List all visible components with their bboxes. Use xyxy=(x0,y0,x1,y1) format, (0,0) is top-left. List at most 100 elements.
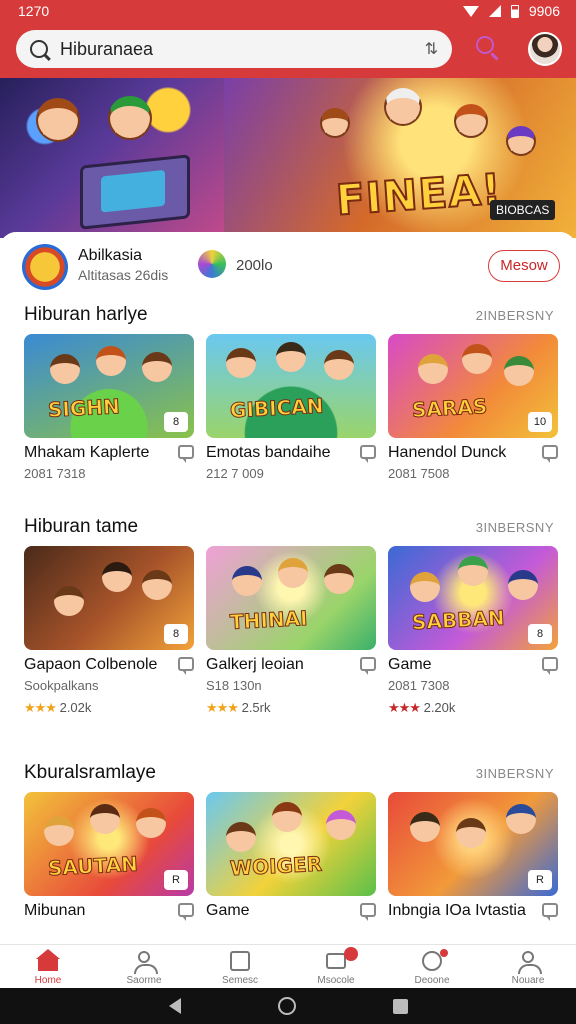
comment-icon[interactable] xyxy=(360,903,376,921)
thumbnail-logo-text: SIGHN xyxy=(47,394,121,423)
search-bar[interactable]: ⇅ xyxy=(16,30,452,68)
game-thumbnail[interactable]: R xyxy=(388,792,558,896)
cartoon-character xyxy=(384,88,422,126)
search-button[interactable] xyxy=(476,36,502,62)
game-thumbnail[interactable]: WOIGER xyxy=(206,792,376,896)
search-input[interactable] xyxy=(60,38,417,60)
character-art xyxy=(410,572,440,602)
section-see-all[interactable]: 2INBERSNY xyxy=(476,308,554,323)
nav-deoone[interactable]: Deoone xyxy=(384,945,480,988)
game-thumbnail[interactable]: SARAS 10 xyxy=(388,334,558,438)
battery-icon xyxy=(510,4,519,18)
thumbnail-logo-text: THINAI xyxy=(229,605,309,635)
home-icon xyxy=(36,949,60,971)
card-title: Emotas bandaihe xyxy=(206,444,331,461)
character-art xyxy=(324,350,354,380)
character-art xyxy=(506,804,536,834)
card-title: Inbngia IOa Ivtastia xyxy=(388,902,526,919)
card-title: Mibunan xyxy=(24,902,86,919)
section-see-all[interactable]: 3INBERSNY xyxy=(476,520,554,535)
sort-icon[interactable]: ⇅ xyxy=(425,39,438,59)
status-time: 1270 xyxy=(18,3,50,19)
card-rating: ★★★ 2.20k xyxy=(388,700,456,715)
tv-illustration xyxy=(80,154,190,230)
recent-apps-icon[interactable] xyxy=(392,998,408,1014)
card-title: Hanendol Dunck xyxy=(388,444,507,461)
screen-icon xyxy=(230,951,250,971)
section-title: Kburalsramlaye xyxy=(24,762,156,783)
magnifier-icon xyxy=(476,36,494,54)
featured-app-row[interactable]: Abilkasia Altitasas 26dis 200lo Mesow xyxy=(22,244,562,290)
app-header: ⇅ xyxy=(0,22,576,78)
game-thumbnail[interactable]: SABBAN 8 xyxy=(388,546,558,650)
rating-stars: ★★★ xyxy=(206,700,239,715)
game-thumbnail[interactable]: THINAI xyxy=(206,546,376,650)
avatar[interactable] xyxy=(528,32,562,66)
character-art xyxy=(90,804,120,834)
nav-label: Nouare xyxy=(511,975,545,986)
character-art xyxy=(142,352,172,382)
status-bar: 1270 9906 xyxy=(0,0,576,22)
cartoon-character xyxy=(320,108,350,138)
comment-icon[interactable] xyxy=(360,657,376,675)
comment-icon[interactable] xyxy=(542,657,558,675)
character-art xyxy=(232,566,262,596)
promo-banner[interactable]: FINEA! BIOBCAS xyxy=(0,78,576,238)
section-see-all[interactable]: 3INBERSNY xyxy=(476,766,554,781)
character-art xyxy=(324,564,354,594)
nav-semesc[interactable]: Semesc xyxy=(192,945,288,988)
card-meta: Sookpalkans xyxy=(24,678,99,693)
thumbnail-logo-text: GIBICAN xyxy=(229,393,325,423)
ball-icon xyxy=(198,250,226,278)
nav-saorme[interactable]: Saorme xyxy=(96,945,192,988)
nav-home[interactable]: Home xyxy=(0,945,96,988)
section-title: Hiburan tame xyxy=(24,516,139,537)
comment-icon[interactable] xyxy=(178,903,194,921)
character-art xyxy=(462,344,492,374)
character-art xyxy=(54,586,84,616)
profile-icon xyxy=(518,951,542,974)
game-thumbnail[interactable]: SIGHN 8 xyxy=(24,334,194,438)
comment-icon[interactable] xyxy=(542,903,558,921)
follow-button[interactable]: Mesow xyxy=(488,250,560,282)
thumbnail-logo-text: SABBAN xyxy=(411,605,506,635)
wifi-icon xyxy=(462,5,479,17)
banner-title: FINEA! xyxy=(333,163,504,225)
game-thumbnail[interactable]: GIBICAN xyxy=(206,334,376,438)
banner-tag[interactable]: BIOBCAS xyxy=(490,200,556,220)
thumbnail-badge: R xyxy=(528,870,552,890)
nav-label: Deoone xyxy=(414,975,450,986)
nav-label: Semesc xyxy=(221,975,259,986)
app-name: Abilkasia xyxy=(78,247,143,264)
system-navigation-bar xyxy=(0,988,576,1024)
comment-icon[interactable] xyxy=(178,657,194,675)
card-title: Gapaon Colbenole xyxy=(24,656,158,673)
comment-icon[interactable] xyxy=(360,445,376,463)
character-art xyxy=(278,558,308,588)
game-thumbnail[interactable]: 8 xyxy=(24,546,194,650)
card-meta: 212 7 009 xyxy=(206,466,264,481)
rating-stars: ★★★ xyxy=(24,700,57,715)
character-art xyxy=(226,822,256,852)
thumbnail-logo-text: WOIGER xyxy=(229,851,323,881)
comment-icon[interactable] xyxy=(542,445,558,463)
nav-label: Saorme xyxy=(126,975,162,986)
card-title: Mhakam Kaplerte xyxy=(24,444,150,461)
character-art xyxy=(504,356,534,386)
character-art xyxy=(136,808,166,838)
banner-image-right: FINEA! BIOBCAS xyxy=(224,78,576,238)
card-rating: ★★★ 2.02k xyxy=(24,700,92,715)
game-thumbnail[interactable]: SAUTAN R xyxy=(24,792,194,896)
card-rating: ★★★ 2.5rk xyxy=(206,700,271,715)
search-icon xyxy=(30,40,48,58)
home-button-icon[interactable] xyxy=(277,997,296,1015)
nav-nouare[interactable]: Nouare xyxy=(480,945,576,988)
back-icon[interactable] xyxy=(168,998,181,1014)
content-sheet: Abilkasia Altitasas 26dis 200lo Mesow Hi… xyxy=(0,232,576,944)
character-art xyxy=(142,570,172,600)
nav-msocole[interactable]: Msocole xyxy=(288,945,384,988)
nav-label: Home xyxy=(34,975,62,986)
card-title: Galkerj leoian xyxy=(206,656,304,673)
thumbnail-badge: 8 xyxy=(164,412,188,432)
comment-icon[interactable] xyxy=(178,445,194,463)
